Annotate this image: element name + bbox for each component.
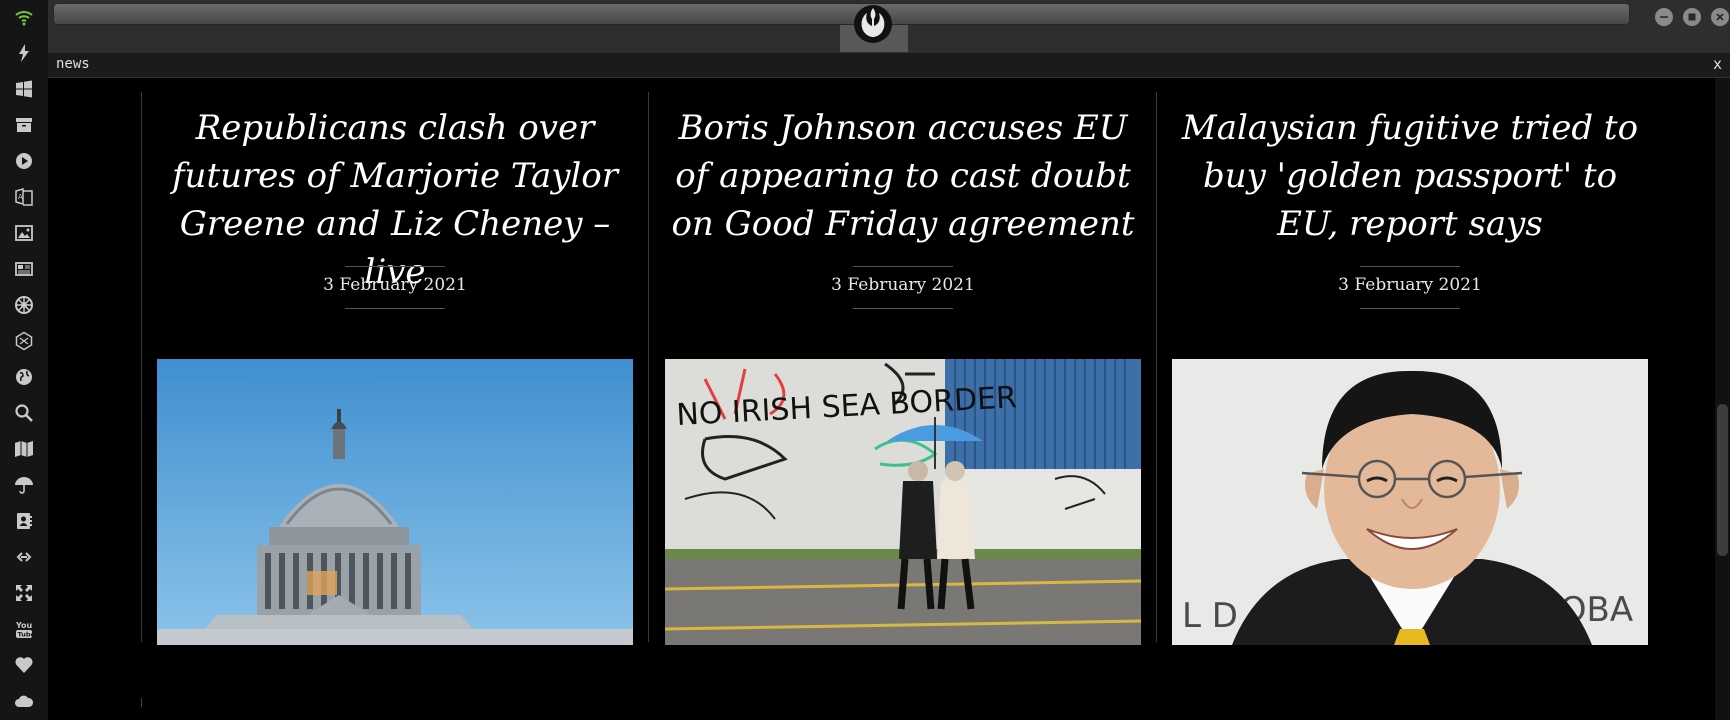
news-feed: Republicans clash over futures of Marjor… <box>48 78 1715 720</box>
umbrella-icon[interactable] <box>13 474 35 496</box>
svg-text:Tube: Tube <box>18 631 35 639</box>
vertical-scrollbar[interactable] <box>1715 78 1730 720</box>
article-image[interactable]: L D LOBA <box>1172 359 1648 645</box>
empire-icon[interactable] <box>13 294 35 316</box>
newspaper-icon[interactable] <box>13 258 35 280</box>
minimize-button[interactable] <box>1655 8 1673 26</box>
divider <box>345 266 445 267</box>
app-sidebar: A You Tube <box>0 0 49 720</box>
article-image[interactable]: NO IRISH SEA BORDER <box>665 359 1141 645</box>
divider <box>1360 266 1460 267</box>
tab-close-button[interactable]: x <box>1713 55 1722 73</box>
rebel-alliance-icon[interactable] <box>853 4 893 44</box>
portrait-photo: L D LOBA <box>1172 359 1648 645</box>
article-image[interactable] <box>157 359 633 645</box>
map-icon[interactable] <box>13 438 35 460</box>
translate-icon[interactable]: A <box>13 186 35 208</box>
column-divider <box>141 92 142 642</box>
column-divider <box>1156 92 1157 642</box>
youtube-icon[interactable]: You Tube <box>13 618 35 640</box>
search-icon[interactable] <box>13 402 35 424</box>
article-headline[interactable]: Republicans clash over futures of Marjor… <box>157 104 633 296</box>
tab-title[interactable]: news <box>56 56 90 72</box>
divider <box>853 266 953 267</box>
backdrop-text-left: L D <box>1182 596 1238 636</box>
expand-icon[interactable] <box>13 582 35 604</box>
archive-icon[interactable] <box>13 114 35 136</box>
contacts-icon[interactable] <box>13 510 35 532</box>
scrollbar-thumb[interactable] <box>1717 404 1728 556</box>
divider <box>1360 308 1460 309</box>
heart-icon[interactable] <box>13 654 35 676</box>
divider <box>853 308 953 309</box>
maximize-button[interactable] <box>1683 8 1701 26</box>
tab-strip: news x <box>48 53 1730 78</box>
address-bar[interactable] <box>53 3 1630 25</box>
divider <box>345 308 445 309</box>
column-divider <box>648 92 649 642</box>
close-window-button[interactable] <box>1711 8 1729 26</box>
link-icon[interactable] <box>13 546 35 568</box>
svg-text:You: You <box>15 621 33 630</box>
svg-text:A: A <box>18 193 23 201</box>
street-graffiti-photo: NO IRISH SEA BORDER <box>665 359 1141 645</box>
cloud-icon[interactable] <box>13 690 35 712</box>
article-headline[interactable]: Malaysian fugitive tried to buy 'golden … <box>1172 104 1648 248</box>
article-date: 3 February 2021 <box>323 275 467 295</box>
column-divider <box>141 698 142 707</box>
globe-icon[interactable] <box>13 366 35 388</box>
article-headline[interactable]: Boris Johnson accuses EU of appearing to… <box>665 104 1141 248</box>
bolt-icon[interactable] <box>13 42 35 64</box>
capitol-dome-photo <box>157 359 633 645</box>
article-date: 3 February 2021 <box>831 275 975 295</box>
hexagon-icon[interactable] <box>13 330 35 352</box>
windows-icon[interactable] <box>13 78 35 100</box>
wifi-icon[interactable] <box>13 6 35 28</box>
article-date: 3 February 2021 <box>1338 275 1482 295</box>
browser-topbar <box>48 0 1730 53</box>
image-icon[interactable] <box>13 222 35 244</box>
play-icon[interactable] <box>13 150 35 172</box>
